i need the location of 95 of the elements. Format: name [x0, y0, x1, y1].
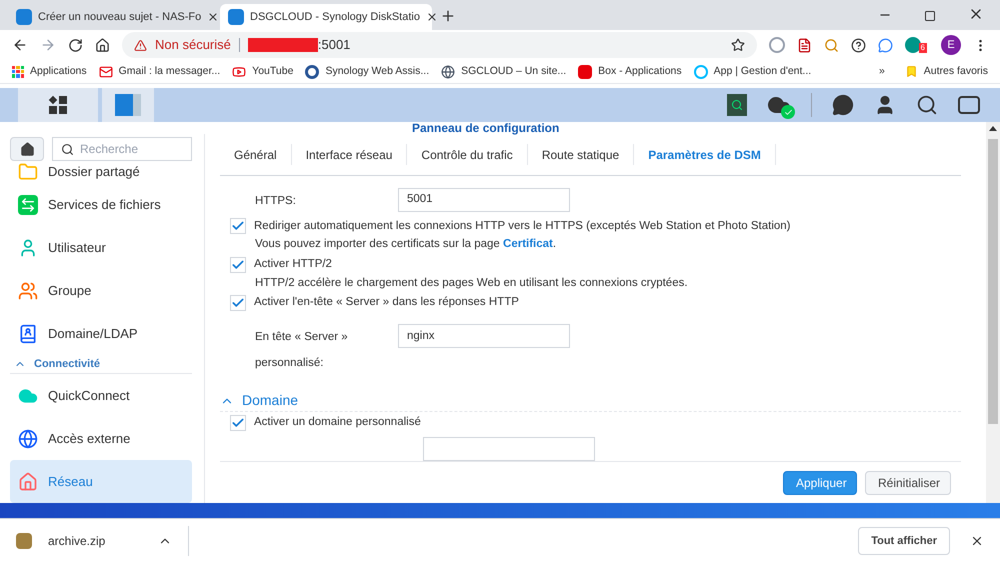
settings-tab[interactable]: Contrôle du trafic: [407, 144, 528, 165]
sidebar-item[interactable]: Groupe: [10, 269, 192, 312]
warning-icon: [134, 38, 147, 52]
home-icon[interactable]: [95, 38, 110, 52]
checkbox-label: Activer HTTP/2: [254, 257, 332, 272]
users-icon: [18, 280, 38, 300]
more-bookmarks-button[interactable]: »: [878, 64, 885, 80]
bookmark-link[interactable]: SGCLOUD – Un site...: [441, 64, 566, 80]
search-app-icon[interactable]: [727, 94, 747, 116]
id-card-icon[interactable]: [958, 96, 980, 114]
dsm-icon: [16, 9, 32, 25]
address-bar[interactable]: Non sécurisé :5001: [122, 32, 757, 58]
apps-icon: [12, 66, 24, 78]
url-text: :5001: [318, 36, 350, 54]
badge: 6: [918, 43, 927, 53]
security-warning: Non sécurisé: [155, 36, 231, 54]
section-title: Domaine: [242, 391, 298, 410]
magnifier-icon[interactable]: [824, 38, 839, 52]
bookmark-link[interactable]: YouTube: [232, 64, 294, 80]
control-panel-icon: [115, 94, 141, 116]
section-title: Connectivité: [34, 356, 100, 372]
checkbox[interactable]: [230, 295, 246, 312]
globe-icon: [441, 64, 456, 78]
certificate-link[interactable]: Certificat: [503, 238, 553, 250]
checkbox[interactable]: [230, 414, 246, 431]
bookmark-link[interactable]: Synology Web Assis...: [305, 64, 430, 80]
settings-tab[interactable]: Route statique: [528, 144, 634, 165]
show-all-button[interactable]: Tout afficher: [858, 527, 950, 555]
scrollbar-thumb[interactable]: [988, 139, 998, 424]
section-header[interactable]: Domaine: [220, 390, 961, 412]
house-icon: [18, 472, 38, 492]
arrows-icon: [18, 194, 38, 214]
forward-icon[interactable]: [40, 37, 56, 53]
help-text: HTTP/2 accélère le chargement des pages Web en utilisant les connexions cryptées.: [255, 276, 688, 291]
home-button[interactable]: [10, 137, 44, 161]
settings-tab[interactable]: Interface réseau: [292, 144, 408, 165]
close-icon[interactable]: [207, 11, 220, 23]
pdf-icon[interactable]: [797, 38, 812, 52]
tab-title: DSGCLOUD - Synology DiskStatio: [250, 10, 420, 25]
maximize-icon[interactable]: [924, 10, 936, 22]
input-field[interactable]: nginx: [398, 324, 570, 348]
sidebar-item[interactable]: Utilisateur: [10, 226, 192, 269]
section-header[interactable]: Connectivité: [10, 355, 192, 374]
redaction-block: [248, 38, 318, 52]
action-button[interactable]: Réinitialiser: [865, 470, 951, 494]
help-text: Vous pouvez importer des certificats sur la page Certificat.: [255, 237, 556, 252]
field-label: En tête « Server » personnalisé:: [254, 330, 349, 372]
sidebar-item[interactable]: Services de fichiers: [10, 183, 192, 226]
new-tab-icon[interactable]: [440, 8, 456, 24]
taskbar-app-button[interactable]: [102, 88, 154, 122]
bookmark-link[interactable]: Box - Applications: [578, 64, 682, 80]
logo-icon: [578, 64, 592, 78]
sidebar-item[interactable]: Accès externe: [10, 417, 192, 460]
chat-icon[interactable]: [832, 94, 854, 116]
reload-icon[interactable]: [68, 38, 83, 52]
globe-icon: [18, 428, 38, 448]
tab-title: Créer un nouveau sujet - NAS-Fo: [38, 10, 202, 25]
checkbox-label: Rediriger automatiquement les connexions HTTP vers le HTTPS (exceptés Web Station et Photo Station): [254, 218, 790, 234]
window-title: Panneau de configuration: [412, 122, 560, 134]
sidebar-item[interactable]: Dossier partagé: [10, 161, 192, 183]
sidebar-item[interactable]: QuickConnect: [10, 374, 192, 417]
sidebar-item[interactable]: Domaine/LDAP: [10, 312, 192, 355]
settings-tab[interactable]: Paramètres de DSM: [634, 144, 776, 165]
checkbox-label: Activer l'en-tête « Server » dans les réponses HTTP: [254, 295, 519, 310]
browser-tab[interactable]: Créer un nouveau sujet - NAS-Fo: [8, 4, 220, 30]
bookmark-star-icon[interactable]: [731, 38, 745, 52]
play-icon: [232, 64, 246, 78]
chat-icon[interactable]: [878, 38, 893, 52]
help-icon[interactable]: [851, 38, 866, 52]
close-icon[interactable]: [426, 11, 438, 23]
search-icon[interactable]: [916, 94, 938, 116]
main-menu-button[interactable]: [18, 88, 98, 122]
file-name[interactable]: archive.zip: [48, 532, 158, 550]
checkbox-label: Activer un domaine personnalisé: [254, 415, 421, 430]
grid-icon: [49, 96, 67, 114]
bookmark-link[interactable]: App | Gestion d'ent...: [694, 64, 812, 80]
bookmark-folder[interactable]: Autres favoris: [904, 64, 988, 80]
house-icon: [20, 142, 34, 156]
zip-icon: [16, 533, 32, 549]
settings-tab[interactable]: Général: [220, 144, 292, 165]
close-icon[interactable]: [970, 534, 984, 548]
checkbox[interactable]: [230, 218, 246, 234]
input-field[interactable]: [423, 437, 595, 461]
dsm-icon: [228, 9, 244, 25]
mail-icon: [98, 64, 113, 78]
bookmark-link[interactable]: Applications: [12, 64, 87, 80]
bookmark-link[interactable]: Gmail : la messager...: [98, 64, 220, 80]
contact-book-icon: [18, 324, 38, 344]
scroll-up-icon[interactable]: [989, 126, 997, 131]
search-icon: [61, 142, 74, 156]
checkbox[interactable]: [230, 256, 246, 273]
profile-avatar[interactable]: E: [941, 35, 961, 55]
input-field[interactable]: 5001: [398, 188, 570, 212]
back-icon[interactable]: [12, 37, 28, 53]
field-label: HTTPS:: [254, 194, 297, 209]
